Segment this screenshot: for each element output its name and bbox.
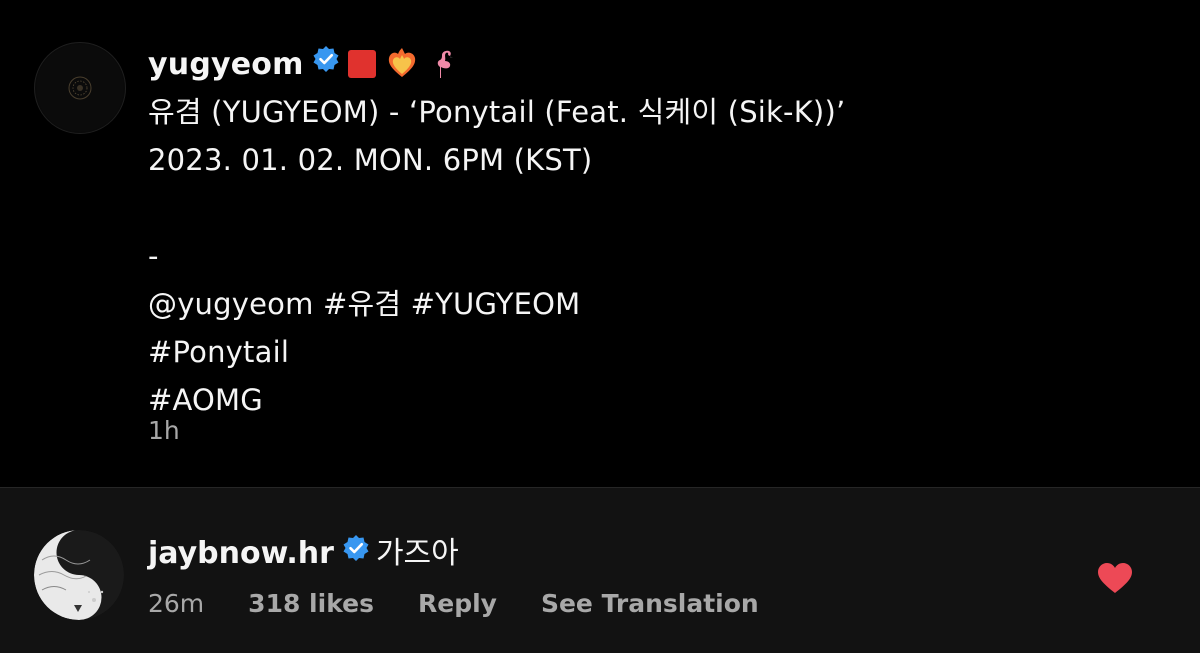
comment-likes-count[interactable]: 318 likes [248, 589, 374, 618]
caption-hashtag[interactable]: #AOMG [148, 376, 1148, 424]
post-timestamp: 1h [148, 416, 180, 445]
comment-text: 가즈아 [375, 536, 459, 571]
comment-timestamp: 26m [148, 589, 205, 618]
like-heart-icon[interactable] [1097, 562, 1133, 594]
comment-meta: 26m 318 likes Reply See Translation [148, 589, 803, 618]
yin-yang-icon [34, 530, 124, 620]
post-caption: yugyeom 유겸 (YUGYEOM) - ‘Ponytail (Feat. … [148, 40, 1148, 424]
caption-hashtags[interactable]: @yugyeom #유겸 #YUGYEOM [148, 280, 1148, 328]
comment-username[interactable]: jaybnow.hr [148, 536, 334, 571]
verified-badge-icon [312, 39, 340, 87]
flamingo-icon [426, 46, 458, 78]
heart-on-fire-icon [386, 46, 418, 78]
caption-hashtag[interactable]: #Ponytail [148, 328, 1148, 376]
caption-line [148, 184, 1148, 232]
caption-header: yugyeom [148, 40, 1148, 88]
caption-line: - [148, 239, 159, 273]
emblem-icon [36, 44, 124, 132]
verified-badge-icon [342, 534, 370, 570]
post-username[interactable]: yugyeom [148, 47, 304, 82]
caption-line: 유겸 (YUGYEOM) - ‘Ponytail (Feat. 식케이 (Sik… [148, 95, 846, 129]
comment-author-avatar[interactable] [34, 530, 124, 620]
comment-body: jaybnow.hr 가즈아 [148, 528, 459, 572]
caption-line: 2023. 01. 02. MON. 6PM (KST) [148, 143, 593, 177]
see-translation-button[interactable]: See Translation [541, 589, 759, 618]
red-square-icon [346, 46, 378, 78]
reply-button[interactable]: Reply [418, 589, 497, 618]
post-author-avatar[interactable] [34, 42, 126, 134]
